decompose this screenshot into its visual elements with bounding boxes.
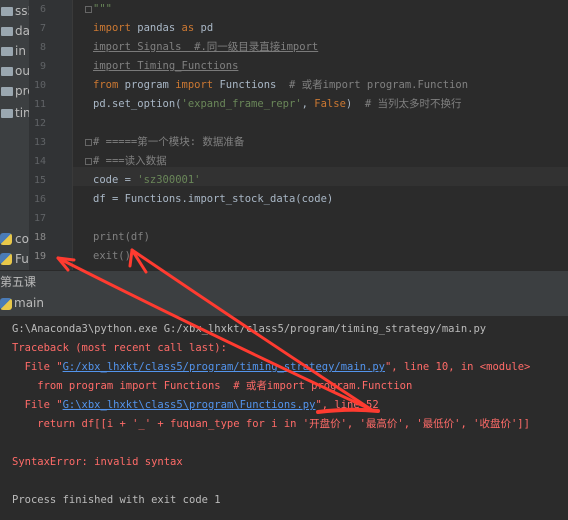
annotation-overlay <box>56 248 380 414</box>
annotation-underline-line52 <box>316 407 380 414</box>
annotation-arrow-to-exit <box>130 248 374 412</box>
annotation-arrow-to-line19 <box>56 256 374 412</box>
